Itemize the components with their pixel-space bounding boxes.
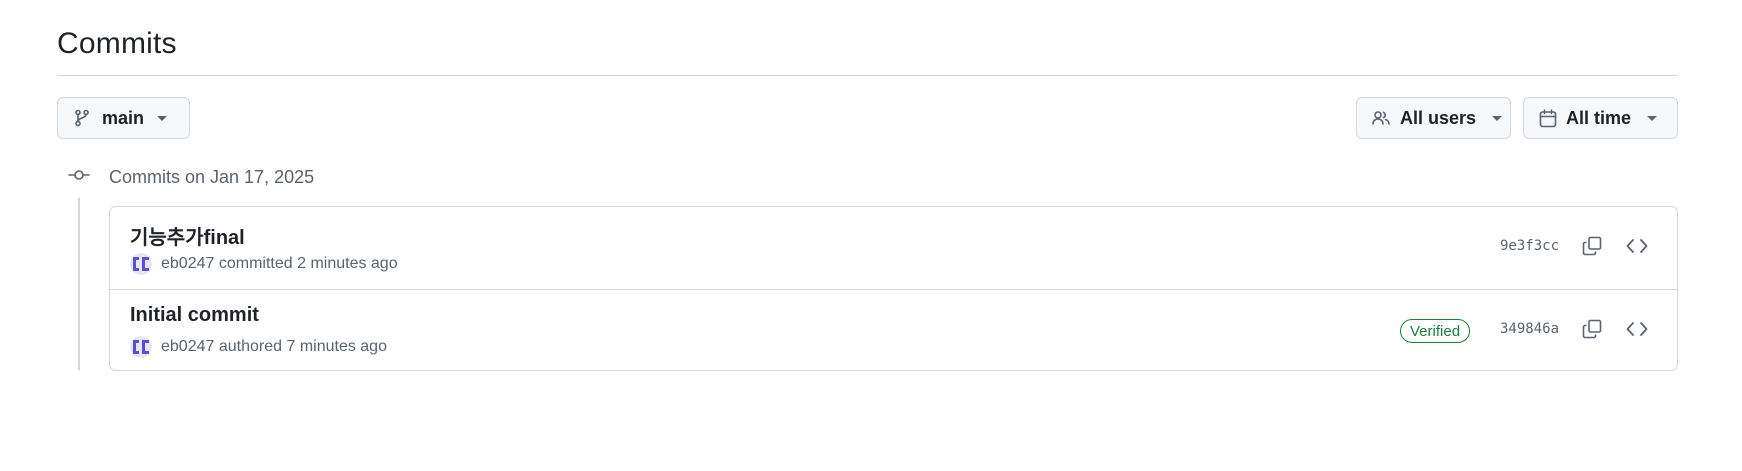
commit-row: Initial commit eb0247 authored 7 minutes…	[110, 289, 1677, 371]
code-icon	[1626, 321, 1648, 342]
code-icon	[1626, 238, 1648, 259]
commit-action: committed	[218, 255, 293, 272]
avatar[interactable]	[130, 336, 152, 358]
commits-page: Commits main All users All time Commits …	[57, 0, 1678, 471]
chevron-down-icon	[157, 115, 168, 121]
copy-sha-button[interactable]	[1580, 319, 1604, 343]
git-commit-icon	[68, 168, 90, 187]
verified-badge[interactable]: Verified	[1400, 319, 1471, 343]
commit-author-link[interactable]: eb0247	[161, 338, 214, 356]
branch-select-button[interactable]: main	[57, 97, 190, 139]
browse-repo-button[interactable]	[1625, 319, 1649, 343]
commit-time: 7 minutes ago	[286, 338, 387, 355]
commit-sha-link[interactable]: 349846a	[1500, 321, 1559, 337]
commit-group-date: Commits on Jan 17, 2025	[109, 167, 315, 187]
browse-repo-button[interactable]	[1625, 236, 1649, 260]
branch-label: main	[102, 107, 145, 128]
timeline-line	[78, 198, 80, 370]
users-filter-label: All users	[1400, 107, 1477, 128]
commit-row: 기능추가final eb0247 committed 2 minutes ago…	[110, 207, 1677, 289]
commit-meta: eb0247 authored 7 minutes ago	[130, 336, 387, 358]
git-branch-icon	[74, 109, 90, 127]
users-filter-button[interactable]: All users	[1356, 97, 1511, 139]
copy-icon	[1582, 319, 1602, 344]
avatar[interactable]	[130, 253, 152, 275]
copy-sha-button[interactable]	[1580, 236, 1604, 260]
title-divider	[57, 75, 1678, 76]
chevron-down-icon	[1492, 115, 1503, 121]
chevron-down-icon	[1647, 115, 1658, 121]
commit-meta: eb0247 committed 2 minutes ago	[130, 253, 398, 275]
page-title: Commits	[57, 27, 177, 60]
commit-message-link[interactable]: 기능추가final	[130, 221, 245, 250]
commit-message-link[interactable]: Initial commit	[130, 304, 259, 327]
commit-list: 기능추가final eb0247 committed 2 minutes ago…	[109, 206, 1678, 371]
commit-author-link[interactable]: eb0247	[161, 255, 214, 273]
commit-action: authored	[218, 338, 283, 355]
copy-icon	[1582, 236, 1602, 261]
commit-time: 2 minutes ago	[297, 255, 398, 272]
commit-sha-link[interactable]: 9e3f3cc	[1500, 238, 1559, 254]
people-icon	[1372, 110, 1390, 126]
calendar-icon	[1539, 108, 1557, 128]
time-filter-button[interactable]: All time	[1523, 97, 1678, 139]
time-filter-label: All time	[1566, 107, 1632, 128]
